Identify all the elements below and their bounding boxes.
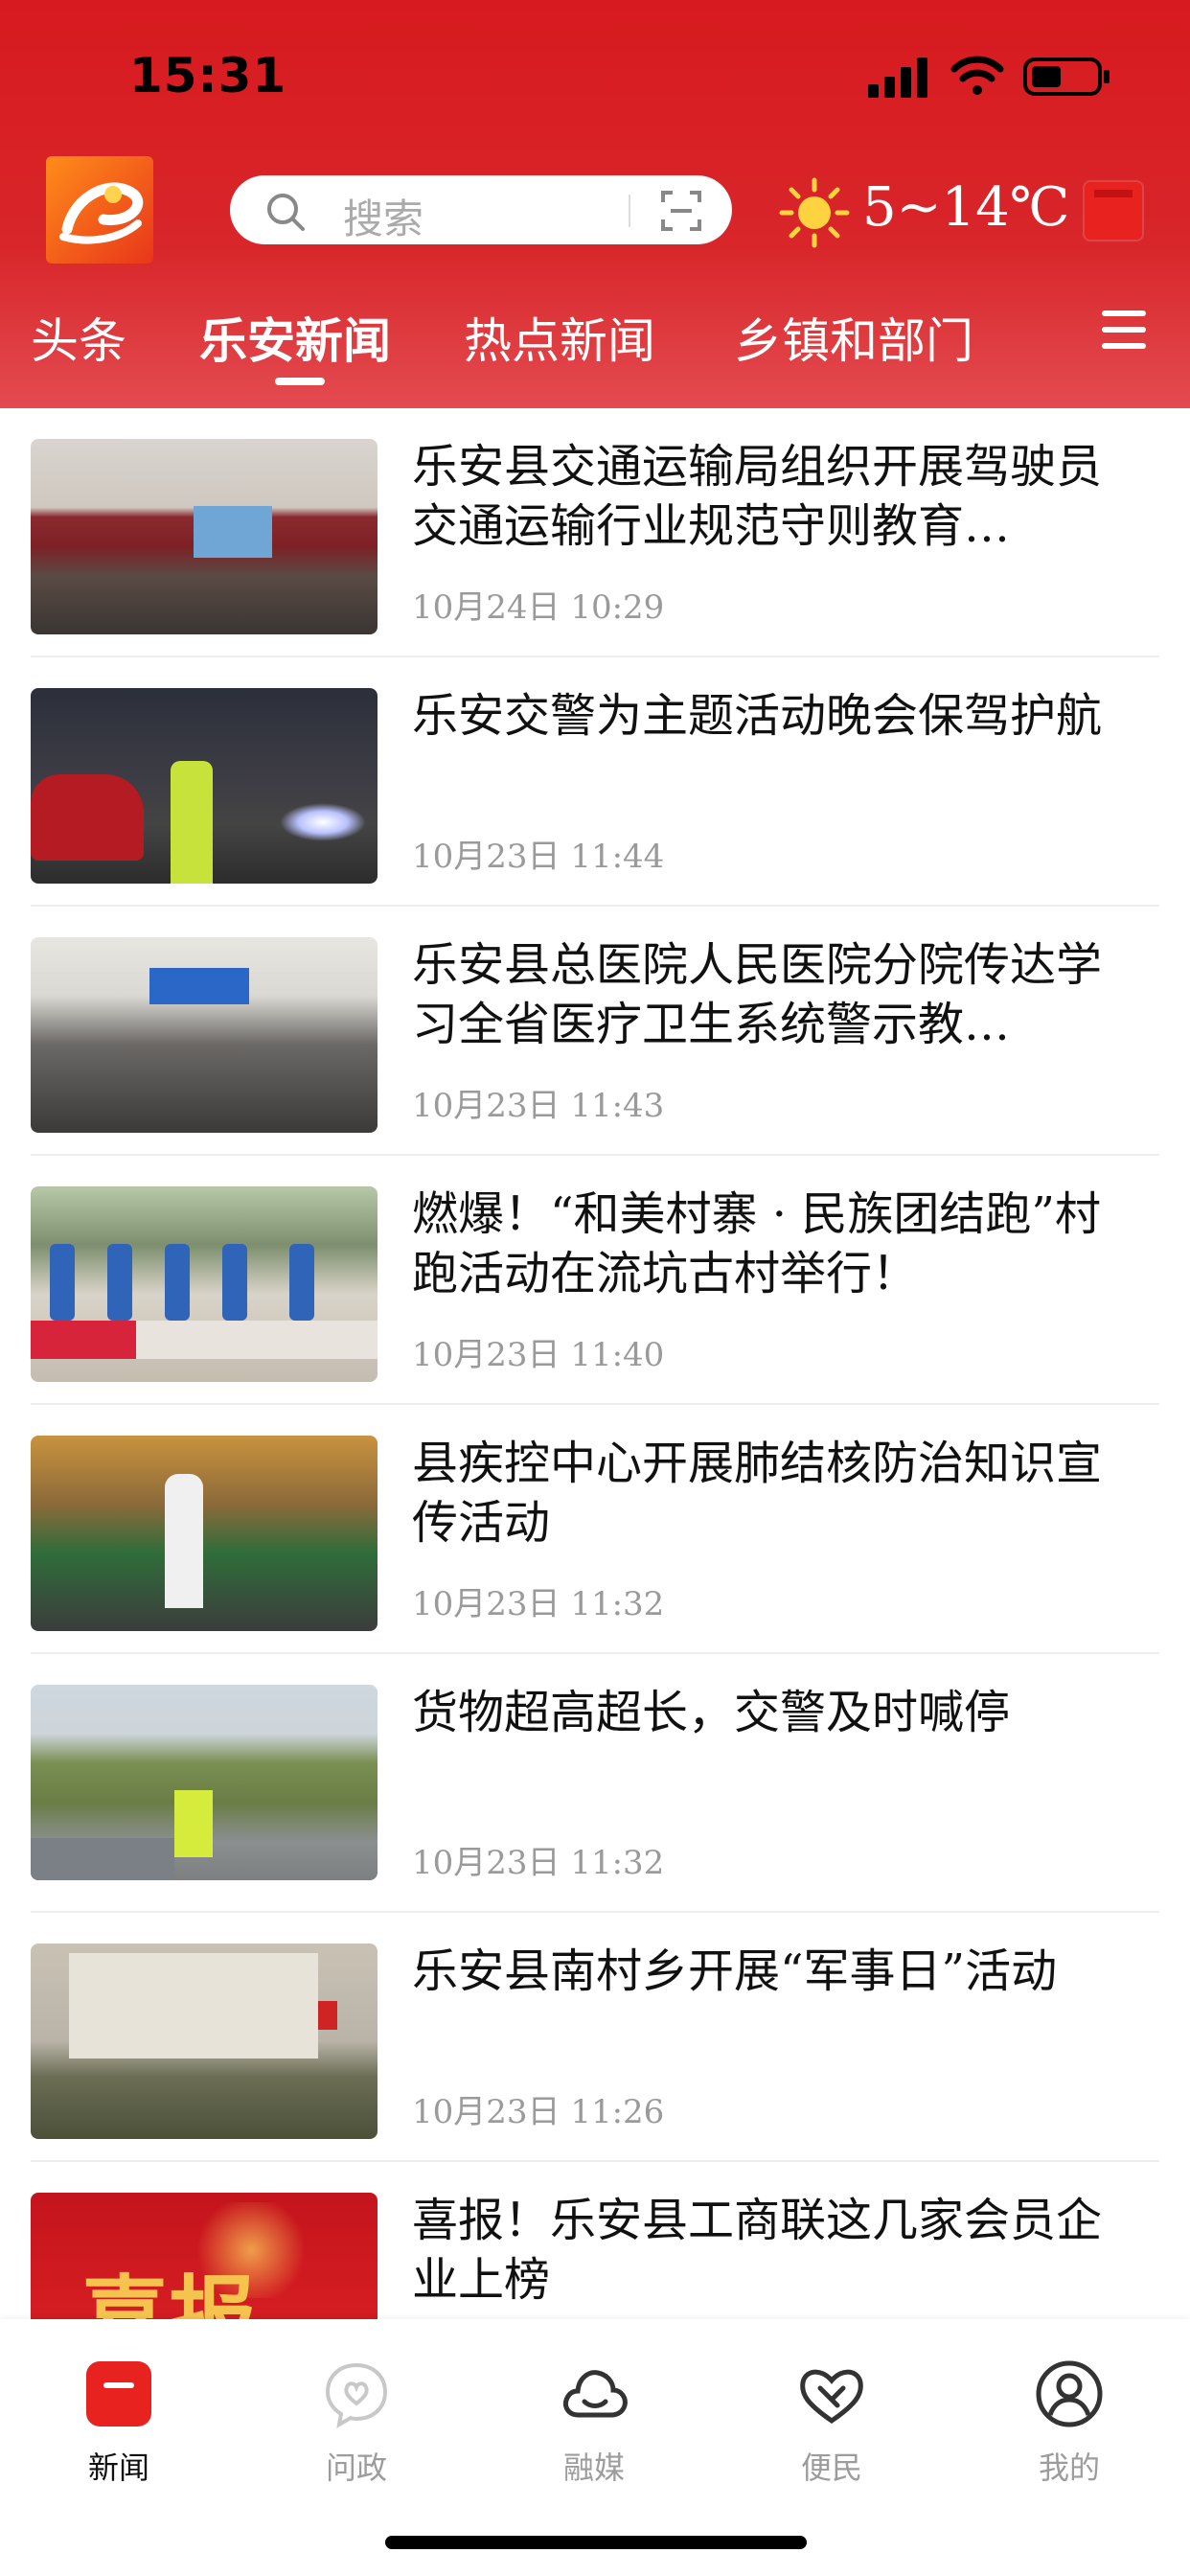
weather-temperature: 5~14℃ <box>862 176 1070 239</box>
nav-label: 我的 <box>1038 2450 1100 2486</box>
nav-inquiry[interactable]: 问政 <box>238 2338 475 2501</box>
cellular-signal-icon <box>868 58 927 98</box>
thumbnail-caption: 喜报 <box>80 2266 258 2319</box>
search-placeholder: 搜索 <box>343 196 424 242</box>
search-divider <box>629 195 630 227</box>
nav-label: 问政 <box>325 2450 387 2486</box>
news-thumbnail <box>31 1436 378 1631</box>
nav-news[interactable]: 新闻 <box>0 2338 238 2501</box>
news-item[interactable]: 货物超高超长，交警及时喊停 10月23日 11:32 <box>0 1654 1190 1913</box>
news-item[interactable]: 乐安县总医院人民医院分院传达学习全省医疗卫生系统警示教… 10月23日 11:4… <box>0 907 1190 1156</box>
home-indicator[interactable] <box>385 2536 807 2549</box>
nav-label: 融媒 <box>562 2450 625 2486</box>
status-time: 15:31 <box>129 48 287 104</box>
news-thumbnail <box>31 937 378 1133</box>
logo-mark-icon <box>59 182 144 244</box>
news-item[interactable]: 县疾控中心开展肺结核防治知识宣传活动 10月23日 11:32 <box>0 1405 1190 1654</box>
status-bar: 15:31 <box>0 0 1190 153</box>
battery-icon <box>1023 58 1110 96</box>
news-time: 10月23日 11:44 <box>412 838 665 876</box>
active-tab-indicator <box>275 378 325 385</box>
news-title: 乐安县南村乡开展“军事日”活动 <box>412 1944 1058 1998</box>
sun-icon <box>779 177 850 248</box>
nav-label: 新闻 <box>87 2450 149 2486</box>
tab-hot-news[interactable]: 热点新闻 <box>464 303 655 372</box>
search-bar[interactable]: 搜索 <box>230 175 732 244</box>
chat-heart-icon <box>325 2362 388 2428</box>
search-icon <box>267 194 305 231</box>
wifi-icon <box>950 56 1004 95</box>
news-thumbnail <box>31 688 378 884</box>
news-item[interactable]: 乐安县南村乡开展“军事日”活动 10月23日 11:26 <box>0 1913 1190 2162</box>
news-item[interactable]: 乐安县交通运输局组织开展驾驶员交通运输行业规范守则教育… 10月24日 10:2… <box>0 408 1190 657</box>
news-title: 货物超高超长，交警及时喊停 <box>412 1686 1011 1739</box>
nav-media[interactable]: 融媒 <box>475 2338 713 2501</box>
nav-label: 便民 <box>800 2450 862 2486</box>
news-title: 乐安县交通运输局组织开展驾驶员交通运输行业规范守则教育… <box>412 440 1103 553</box>
user-icon <box>1036 2360 1103 2427</box>
news-title: 乐安县总医院人民医院分院传达学习全省医疗卫生系统警示教… <box>412 938 1103 1051</box>
menu-icon[interactable] <box>1102 310 1146 349</box>
channel-tabs: 头条 乐安新闻 热点新闻 乡镇和部门 <box>0 297 1190 385</box>
tab-towns-departments[interactable]: 乡镇和部门 <box>734 303 973 372</box>
news-item[interactable]: 喜报 喜报！乐安县工商联这几家会员企业上榜 <box>0 2162 1190 2319</box>
cloud-icon <box>563 2370 628 2418</box>
news-time: 10月23日 11:32 <box>412 1585 665 1623</box>
news-title: 县疾控中心开展肺结核防治知识宣传活动 <box>412 1437 1103 1550</box>
news-time: 10月23日 11:43 <box>412 1087 665 1125</box>
news-time: 10月23日 11:40 <box>412 1336 665 1374</box>
app-logo[interactable] <box>46 156 153 264</box>
news-time: 10月24日 10:29 <box>412 588 665 627</box>
tab-lean-news[interactable]: 乐安新闻 <box>199 303 391 372</box>
news-time: 10月23日 11:32 <box>412 1844 665 1882</box>
news-icon <box>86 2361 151 2426</box>
news-thumbnail <box>31 1685 378 1880</box>
news-thumbnail <box>31 1186 378 1382</box>
news-item[interactable]: 乐安交警为主题活动晚会保驾护航 10月23日 11:44 <box>0 657 1190 907</box>
app-header: 15:31 搜索 5~14℃ 头条 乐安新闻 热点新闻 乡镇和部门 <box>0 0 1190 408</box>
tab-headlines[interactable]: 头条 <box>31 303 126 372</box>
news-list: 乐安县交通运输局组织开展驾驶员交通运输行业规范守则教育… 10月24日 10:2… <box>0 408 1190 2319</box>
checkin-calendar-icon[interactable] <box>1085 182 1142 240</box>
news-title: 燃爆！“和美村寨 · 民族团结跑”村跑活动在流坑古村举行！ <box>412 1187 1101 1300</box>
news-time: 10月23日 11:26 <box>412 2093 665 2131</box>
news-title: 乐安交警为主题活动晚会保驾护航 <box>412 689 1103 743</box>
news-thumbnail <box>31 1944 378 2139</box>
news-thumbnail <box>31 439 378 634</box>
news-thumbnail: 喜报 <box>31 2193 378 2319</box>
nav-profile[interactable]: 我的 <box>950 2338 1188 2501</box>
scan-icon[interactable] <box>659 189 703 233</box>
news-item[interactable]: 燃爆！“和美村寨 · 民族团结跑”村跑活动在流坑古村举行！ 10月23日 11:… <box>0 1156 1190 1405</box>
nav-services[interactable]: 便民 <box>713 2338 950 2501</box>
news-title: 喜报！乐安县工商联这几家会员企业上榜 <box>412 2194 1103 2307</box>
handshake-heart-icon <box>800 2369 863 2425</box>
